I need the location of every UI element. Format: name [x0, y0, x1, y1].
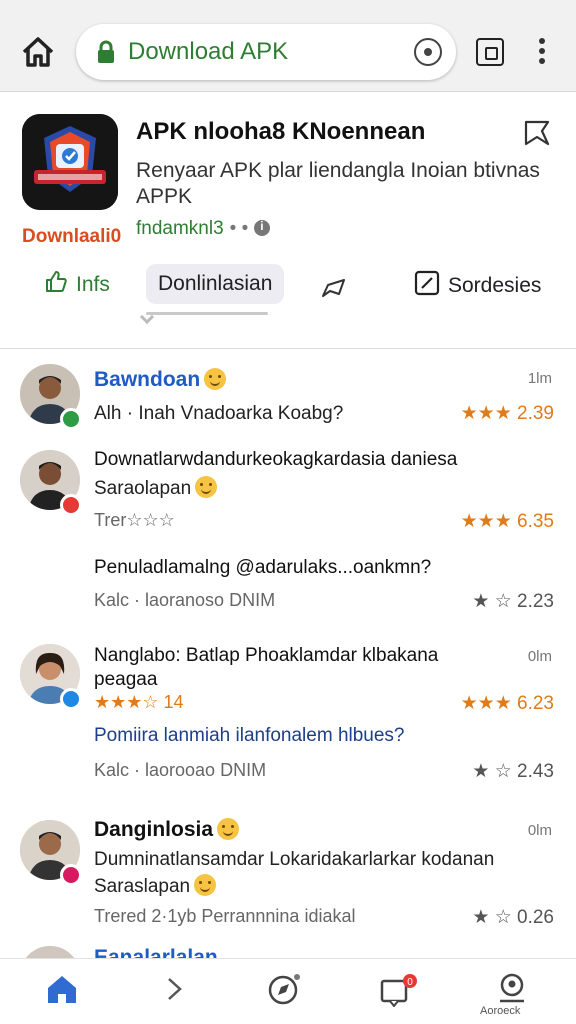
share-button[interactable] [320, 276, 348, 306]
review-meta: Kalc · laorooao DNIM [94, 760, 267, 780]
review-text: Saraolapan [94, 476, 218, 501]
thumbs-up-icon [44, 270, 68, 300]
app-developer[interactable]: fndamknl3 • • [136, 218, 271, 240]
info-icon[interactable] [254, 219, 271, 236]
review-meta: Kalc · laoranoso DNIM [94, 590, 276, 610]
review-time: 0lm [527, 648, 552, 665]
review-rating: ★★★ 2.39 [460, 403, 554, 424]
review-meta: Trered 2·1yb Perrannnina idiakal [94, 906, 356, 926]
review-text: Alh · Inah Vnadoarka Koabg? [94, 403, 344, 424]
section-divider [0, 348, 576, 349]
share-icon [320, 276, 348, 306]
app-description: Renyaar APK plar liendangla Inoian btivn… [136, 159, 540, 208]
verified-badge-icon [60, 688, 82, 710]
info-label: Infs [76, 273, 110, 296]
smile-emoji-icon [204, 368, 227, 390]
bottom-navigation: 0 Aoroeck [0, 958, 576, 1024]
app-icon [22, 114, 118, 210]
app-title: APK nlooha8 KNoennean [136, 118, 426, 145]
review-title: Nanglabo: Batlap Phoaklamdar klbakana pe… [94, 645, 439, 690]
notification-count: 0 [407, 977, 413, 988]
review-rating: ★ ☆ 0.26 [472, 907, 554, 928]
bookmark-icon[interactable] [522, 118, 552, 153]
browser-toolbar: Download APK [0, 0, 576, 92]
review-text: Saraslapan [94, 874, 217, 899]
tabs-icon[interactable] [476, 38, 504, 66]
selected-tab-indicator [146, 312, 268, 315]
settings-label: Sordesies [448, 274, 542, 297]
verified-badge-icon [60, 408, 82, 430]
review-stars: ★★★☆ 14 [94, 692, 184, 712]
download-label: Donlinlasian [158, 272, 273, 295]
settings-button[interactable]: Sordesies [414, 270, 541, 302]
smile-emoji-icon [195, 476, 218, 498]
review-author[interactable]: Danginlosia [94, 818, 240, 842]
address-bar[interactable]: Download APK [76, 24, 456, 80]
review-time: 1lm [527, 370, 552, 387]
smile-emoji-icon [194, 874, 217, 896]
review-rating: ★ ☆ 2.23 [472, 591, 554, 612]
review-title: Pomiira lanmiah ilanfonalem hlbues? [94, 725, 405, 746]
status-badge-icon [60, 494, 82, 516]
review-time: 0lm [527, 822, 552, 839]
compass-icon[interactable] [266, 973, 306, 1009]
account-icon[interactable] [494, 973, 534, 1009]
notifications-icon[interactable]: 0 [380, 973, 420, 1009]
review-title: Downatlarwdandurkeokagkardasia daniesa [94, 449, 458, 470]
account-label: Aoroeck [480, 1005, 521, 1017]
overflow-menu-icon[interactable] [536, 38, 548, 68]
review-meta: Trer☆☆☆ [94, 510, 175, 530]
review-rating: ★ ☆ 2.43 [472, 761, 554, 782]
url-text[interactable]: Download APK [128, 38, 288, 66]
download-button[interactable]: Donlinlasian [146, 264, 285, 304]
review-title: Penuladlamalng @adarulaks...oankmn? [94, 557, 432, 578]
record-icon[interactable] [414, 38, 442, 66]
lock-icon [96, 40, 116, 69]
review-rating: ★★★ 6.23 [460, 693, 554, 714]
info-button[interactable]: Infs [44, 270, 110, 300]
developer-dots: • • [229, 218, 249, 239]
review-text: Dumninatlansamdar Lokaridakarlarkar koda… [94, 849, 495, 870]
developer-name[interactable]: fndamknl3 [136, 218, 224, 239]
status-badge-icon [60, 864, 82, 886]
home-nav-icon[interactable] [44, 973, 84, 1009]
home-icon[interactable] [18, 34, 58, 70]
edit-icon [414, 270, 440, 302]
chevron-right-icon[interactable] [160, 973, 200, 1009]
review-author[interactable]: Bawndoan [94, 368, 227, 392]
review-rating: ★★★ 6.35 [460, 511, 554, 532]
smile-emoji-icon [217, 818, 240, 840]
app-icon-caption: Downlaali0 [22, 226, 122, 247]
